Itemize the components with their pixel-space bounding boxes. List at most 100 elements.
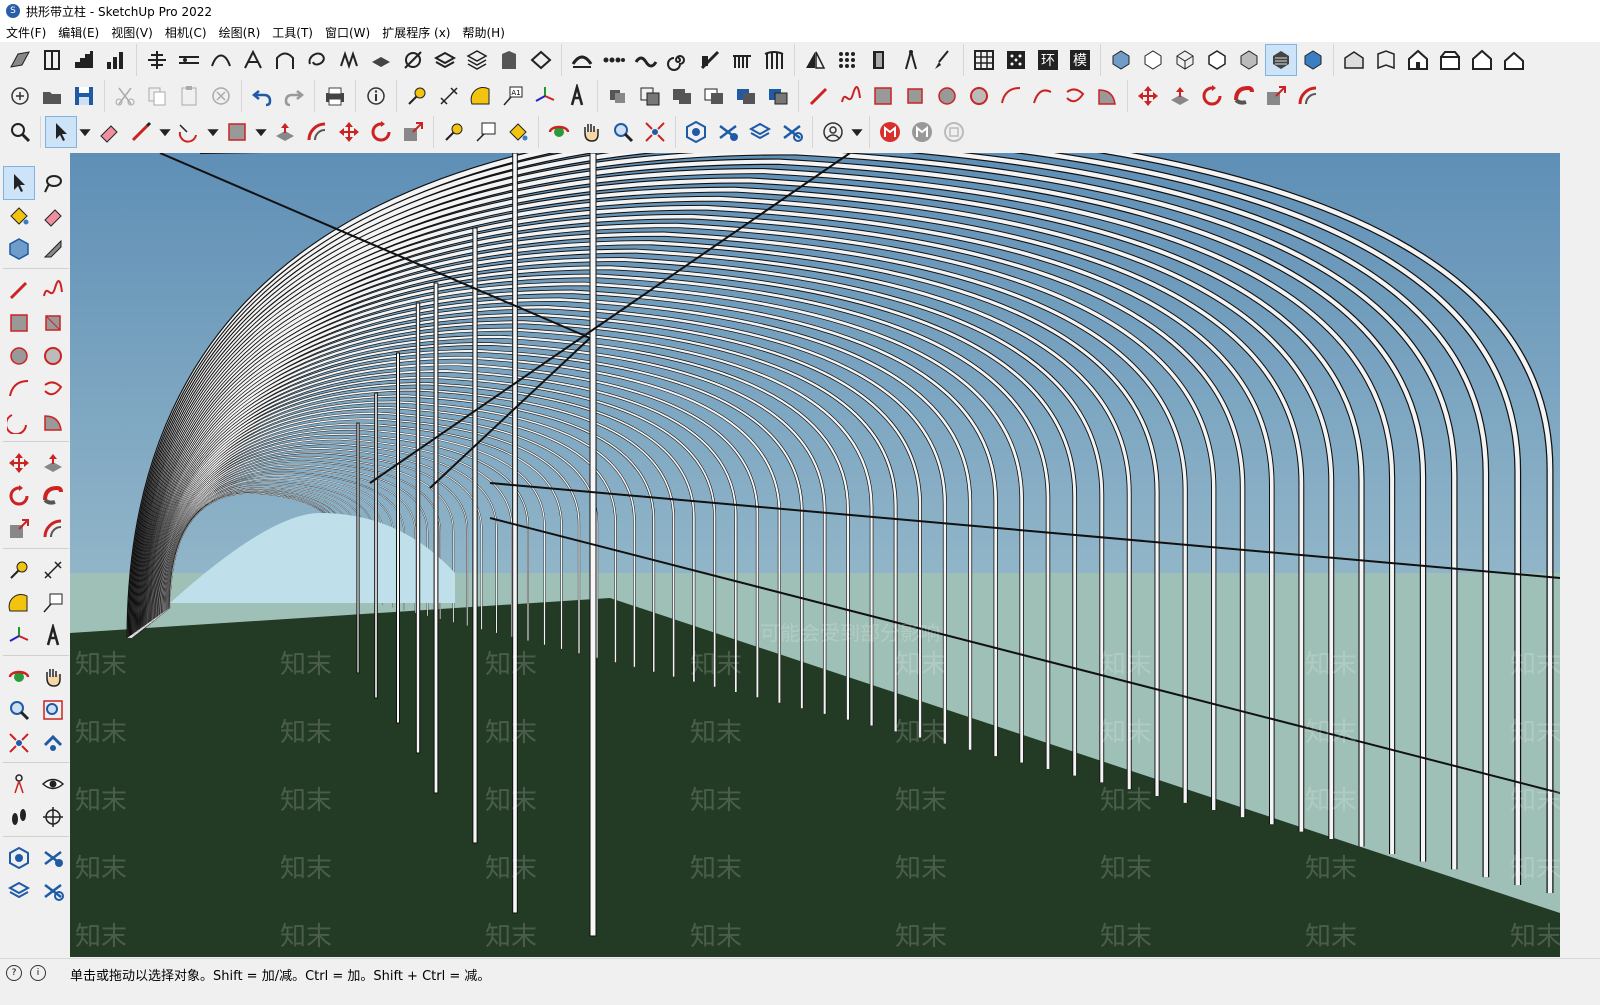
- share-model-icon[interactable]: [713, 117, 743, 147]
- share-component-icon[interactable]: [745, 117, 775, 147]
- circle-icon[interactable]: [4, 340, 34, 372]
- polygon-icon[interactable]: [964, 81, 994, 111]
- outer-shell-icon[interactable]: [603, 81, 633, 111]
- model-info-icon[interactable]: [361, 81, 391, 111]
- layer-stack-2-icon[interactable]: [462, 45, 492, 75]
- loop-icon[interactable]: [302, 45, 332, 75]
- dots-square-icon[interactable]: [1001, 45, 1031, 75]
- share-component-icon[interactable]: [4, 875, 34, 907]
- follow-me-icon[interactable]: [1229, 81, 1259, 111]
- offset-icon[interactable]: [1293, 81, 1323, 111]
- dual-rail-icon[interactable]: [174, 45, 204, 75]
- protractor-icon[interactable]: [4, 587, 34, 619]
- intersect-icon[interactable]: [635, 81, 665, 111]
- scale-tool-icon[interactable]: [398, 117, 428, 147]
- select-tool-icon[interactable]: [3, 166, 35, 200]
- table-grid-icon[interactable]: [969, 45, 999, 75]
- rotate-icon[interactable]: [4, 480, 34, 512]
- section-icon[interactable]: [800, 45, 830, 75]
- pen-slash-icon[interactable]: [695, 45, 725, 75]
- zoom-tool-icon[interactable]: [608, 117, 638, 147]
- top-view-icon[interactable]: [1371, 45, 1401, 75]
- back-edges-style-icon[interactable]: [1138, 45, 1168, 75]
- section-plane-icon[interactable]: [38, 801, 68, 833]
- comb-icon[interactable]: [727, 45, 757, 75]
- 3d-text-icon[interactable]: [38, 620, 68, 652]
- right-view-icon[interactable]: [1435, 45, 1465, 75]
- paste-icon[interactable]: [174, 81, 204, 111]
- slab-icon[interactable]: [366, 45, 396, 75]
- paint-bucket-icon[interactable]: [503, 117, 533, 147]
- three-point-arc-icon[interactable]: [1060, 81, 1090, 111]
- zoom-tool-icon[interactable]: [4, 694, 34, 726]
- shape-dropdown-icon[interactable]: [254, 117, 268, 147]
- spiral-icon[interactable]: [663, 45, 693, 75]
- menu-tools[interactable]: 工具(T): [266, 24, 319, 41]
- style-mo-icon[interactable]: 模: [1065, 45, 1095, 75]
- offset-icon[interactable]: [38, 513, 68, 545]
- select-dropdown-icon[interactable]: [78, 117, 92, 147]
- arch-icon[interactable]: [270, 45, 300, 75]
- shaded-textures-style-icon[interactable]: [1265, 44, 1297, 76]
- sandbox-smoove-icon[interactable]: [5, 45, 35, 75]
- scale-icon[interactable]: [1261, 81, 1291, 111]
- xray-style-icon[interactable]: [1106, 45, 1136, 75]
- bar-chart-icon[interactable]: [101, 45, 131, 75]
- arc-tool-icon[interactable]: [174, 117, 204, 147]
- polygon-icon[interactable]: [38, 340, 68, 372]
- redo-icon[interactable]: [279, 81, 309, 111]
- stair-icon[interactable]: [69, 45, 99, 75]
- menu-help[interactable]: 帮助(H): [456, 24, 510, 41]
- joint-push-pull-icon[interactable]: [142, 45, 172, 75]
- pencil-icon[interactable]: [126, 117, 156, 147]
- walk-icon[interactable]: [4, 801, 34, 833]
- print-icon[interactable]: [320, 81, 350, 111]
- orbit-icon[interactable]: [544, 117, 574, 147]
- pan-hand-icon[interactable]: [576, 117, 606, 147]
- menu-extensions[interactable]: 扩展程序 (x): [376, 24, 456, 41]
- tape-measure-icon[interactable]: [4, 554, 34, 586]
- extension-warehouse-icon[interactable]: [777, 117, 807, 147]
- menu-draw[interactable]: 绘图(R): [213, 24, 267, 41]
- lasso-icon[interactable]: [38, 167, 68, 199]
- arc-icon[interactable]: [4, 373, 34, 405]
- text-tool-icon[interactable]: [38, 587, 68, 619]
- axes-icon[interactable]: [530, 81, 560, 111]
- text-tool-icon[interactable]: A1: [498, 81, 528, 111]
- two-point-arc-icon[interactable]: [1028, 81, 1058, 111]
- protractor-icon[interactable]: [466, 81, 496, 111]
- curve-fan-icon[interactable]: [238, 45, 268, 75]
- door-icon[interactable]: [864, 45, 894, 75]
- eraser-icon[interactable]: [38, 200, 68, 232]
- shape-tool-icon[interactable]: [222, 117, 252, 147]
- text-label-icon[interactable]: [471, 117, 501, 147]
- orbit-icon[interactable]: [4, 661, 34, 693]
- plugin-red-icon[interactable]: [875, 117, 905, 147]
- zoom-extents-icon[interactable]: [640, 117, 670, 147]
- union-icon[interactable]: [667, 81, 697, 111]
- move-tool-icon[interactable]: [334, 117, 364, 147]
- scale-icon[interactable]: [4, 513, 34, 545]
- arc-line-icon[interactable]: [567, 45, 597, 75]
- new-file-icon[interactable]: [5, 81, 35, 111]
- pie-icon[interactable]: [1092, 81, 1122, 111]
- freehand-icon[interactable]: [38, 274, 68, 306]
- account-dropdown-icon[interactable]: [850, 117, 864, 147]
- extension-warehouse-icon[interactable]: [38, 875, 68, 907]
- erase-icon[interactable]: [206, 81, 236, 111]
- pencil-dropdown-icon[interactable]: [158, 117, 172, 147]
- select-tool-icon[interactable]: [45, 116, 77, 148]
- undo-icon[interactable]: [247, 81, 277, 111]
- rectangle-icon[interactable]: [4, 307, 34, 339]
- zoom-window-icon[interactable]: [38, 694, 68, 726]
- menu-file[interactable]: 文件(F): [0, 24, 52, 41]
- dots-line-icon[interactable]: [599, 45, 629, 75]
- info-icon[interactable]: i: [30, 965, 46, 981]
- 3d-warehouse-icon[interactable]: [681, 117, 711, 147]
- line-tool-icon[interactable]: [804, 81, 834, 111]
- axes-icon[interactable]: [4, 620, 34, 652]
- roof-icon[interactable]: [526, 45, 556, 75]
- plugin-sync-icon[interactable]: [939, 117, 969, 147]
- make-component-icon[interactable]: [4, 233, 34, 265]
- wireframe-style-icon[interactable]: [1170, 45, 1200, 75]
